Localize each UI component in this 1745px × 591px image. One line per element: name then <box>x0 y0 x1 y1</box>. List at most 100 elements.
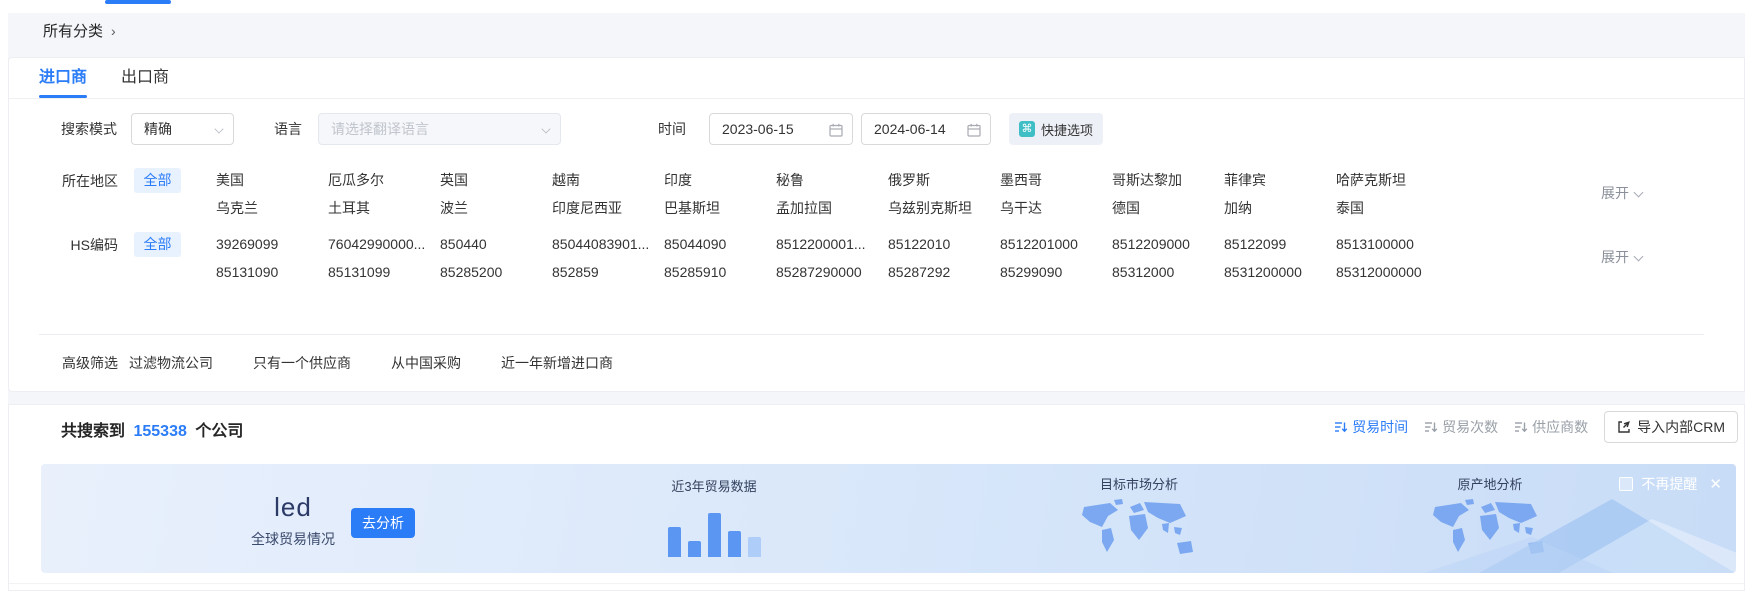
hs-code-option[interactable]: 85299090 <box>1000 258 1112 286</box>
command-icon: ⌘ <box>1019 121 1035 137</box>
hs-code-option[interactable]: 8512201000 <box>1000 230 1112 258</box>
region-option[interactable]: 加纳 <box>1224 194 1336 222</box>
hs-code-option[interactable]: 852859 <box>552 258 664 286</box>
keyword-text: led <box>218 492 368 523</box>
origin-analysis-card: 原产地分析 <box>1415 474 1565 568</box>
region-option[interactable]: 乌兹别克斯坦 <box>888 194 1000 222</box>
sort-supplier-count[interactable]: 供应商数 <box>1514 417 1588 437</box>
hs-code-option[interactable]: 76042990000... <box>328 230 440 258</box>
hs-all-chip[interactable]: 全部 <box>134 232 181 257</box>
trade-chart-title: 近3年贸易数据 <box>639 476 789 495</box>
results-card: 共搜索到 155338 个公司 贸易时间 贸易次数 供应商数 导入内部CRM <box>8 404 1745 591</box>
keyword-subtitle: 全球贸易情况 <box>218 529 368 549</box>
hs-code-option[interactable]: 85312000000 <box>1336 258 1448 286</box>
hs-code-option[interactable]: 85131099 <box>328 258 440 286</box>
region-option[interactable]: 泰国 <box>1336 194 1448 222</box>
language-label: 语言 <box>274 113 302 145</box>
region-option[interactable]: 巴基斯坦 <box>664 194 776 222</box>
chevron-down-icon <box>1634 252 1644 262</box>
region-option[interactable]: 孟加拉国 <box>776 194 888 222</box>
dismiss-checkbox[interactable] <box>1619 477 1633 491</box>
trade-bar <box>748 537 761 557</box>
advanced-filter-option[interactable]: 过滤物流公司 <box>129 353 213 373</box>
region-option[interactable]: 墨西哥 <box>1000 166 1112 194</box>
quick-options-button[interactable]: ⌘ 快捷选项 <box>1009 113 1103 145</box>
trade-bar <box>668 527 681 557</box>
results-suffix: 个公司 <box>195 423 243 440</box>
advanced-filter-option[interactable]: 只有一个供应商 <box>253 353 351 373</box>
advanced-filter-row: 高级筛选 过滤物流公司 只有一个供应商 从中国采购 近一年新增进口商 <box>9 346 1744 386</box>
hs-code-option[interactable]: 85312000 <box>1112 258 1224 286</box>
world-map-icon <box>1074 497 1204 563</box>
advanced-filter-option[interactable]: 从中国采购 <box>391 353 461 373</box>
search-mode-select[interactable]: 精确 <box>131 113 234 145</box>
region-option[interactable]: 哈萨克斯坦 <box>1336 166 1448 194</box>
hs-code-option[interactable]: 39269099 <box>216 230 328 258</box>
left-gutter <box>0 0 8 591</box>
advanced-filter-option[interactable]: 近一年新增进口商 <box>501 353 613 373</box>
mini-bar-chart <box>639 501 789 557</box>
hs-code-option[interactable]: 85044083901... <box>552 230 664 258</box>
region-option[interactable]: 菲律宾 <box>1224 166 1336 194</box>
search-mode-label: 搜索模式 <box>61 113 117 145</box>
world-map-icon <box>1425 497 1555 563</box>
trade-bar <box>688 541 701 557</box>
trade-data-card: 近3年贸易数据 <box>639 476 789 557</box>
region-expand-link[interactable]: 展开 <box>1601 183 1642 203</box>
hs-code-option[interactable]: 8513100000 <box>1336 230 1448 258</box>
region-option[interactable]: 波兰 <box>440 194 552 222</box>
sort-trade-time[interactable]: 贸易时间 <box>1334 417 1408 437</box>
tab-exporter[interactable]: 出口商 <box>121 58 169 98</box>
import-crm-button[interactable]: 导入内部CRM <box>1604 411 1738 443</box>
advanced-filter-label: 高级筛选 <box>39 353 118 373</box>
language-select[interactable]: 请选择翻译语言 <box>318 113 561 145</box>
breadcrumb-label: 所有分类 <box>43 23 103 40</box>
region-filter-row: 所在地区 全部 美国厄瓜多尔英国越南印度秘鲁俄罗斯墨西哥哥斯达黎加菲律宾哈萨克斯… <box>9 166 1744 228</box>
end-date-input[interactable]: 2024-06-14 <box>861 113 991 145</box>
hs-code-option[interactable]: 8512200001... <box>776 230 888 258</box>
region-option[interactable]: 越南 <box>552 166 664 194</box>
region-option[interactable]: 厄瓜多尔 <box>328 166 440 194</box>
hs-code-option[interactable]: 85285200 <box>440 258 552 286</box>
import-crm-label: 导入内部CRM <box>1637 417 1725 437</box>
tab-importer[interactable]: 进口商 <box>39 58 87 98</box>
region-option[interactable]: 印度尼西亚 <box>552 194 664 222</box>
region-option[interactable]: 土耳其 <box>328 194 440 222</box>
dismiss-label: 不再提醒 <box>1641 474 1697 494</box>
results-summary: 共搜索到 155338 个公司 <box>61 417 243 441</box>
hs-row-1: 3926909976042990000...85044085044083901.… <box>216 230 1448 258</box>
hs-code-option[interactable]: 850440 <box>440 230 552 258</box>
region-option[interactable]: 印度 <box>664 166 776 194</box>
search-mode-value: 精确 <box>144 121 172 137</box>
hs-code-option[interactable]: 85122099 <box>1224 230 1336 258</box>
breadcrumb[interactable]: 所有分类› <box>43 20 116 41</box>
region-option[interactable]: 乌克兰 <box>216 194 328 222</box>
start-date-input[interactable]: 2023-06-15 <box>709 113 853 145</box>
time-label: 时间 <box>658 113 686 145</box>
results-toolbar: 贸易时间 贸易次数 供应商数 导入内部CRM <box>1334 411 1738 443</box>
region-option[interactable]: 秘鲁 <box>776 166 888 194</box>
hs-code-option[interactable]: 85122010 <box>888 230 1000 258</box>
analyze-button[interactable]: 去分析 <box>351 508 415 538</box>
close-icon[interactable]: ✕ <box>1709 475 1722 493</box>
hs-code-option[interactable]: 8512209000 <box>1112 230 1224 258</box>
hs-code-label: HS编码 <box>39 235 118 255</box>
hs-code-option[interactable]: 85044090 <box>664 230 776 258</box>
region-option[interactable]: 乌干达 <box>1000 194 1112 222</box>
region-all-chip[interactable]: 全部 <box>134 168 181 193</box>
hs-code-option[interactable]: 85285910 <box>664 258 776 286</box>
chevron-down-icon <box>541 124 550 133</box>
region-option[interactable]: 俄罗斯 <box>888 166 1000 194</box>
region-option[interactable]: 英国 <box>440 166 552 194</box>
region-option[interactable]: 哥斯达黎加 <box>1112 166 1224 194</box>
hs-expand-link[interactable]: 展开 <box>1601 247 1642 267</box>
region-option[interactable]: 德国 <box>1112 194 1224 222</box>
region-option[interactable]: 美国 <box>216 166 328 194</box>
results-count[interactable]: 155338 <box>133 423 186 440</box>
hs-code-option[interactable]: 8531200000 <box>1224 258 1336 286</box>
hs-code-option[interactable]: 85131090 <box>216 258 328 286</box>
import-icon <box>1617 420 1631 434</box>
hs-code-option[interactable]: 85287292 <box>888 258 1000 286</box>
hs-code-option[interactable]: 85287290000 <box>776 258 888 286</box>
sort-trade-count[interactable]: 贸易次数 <box>1424 417 1498 437</box>
